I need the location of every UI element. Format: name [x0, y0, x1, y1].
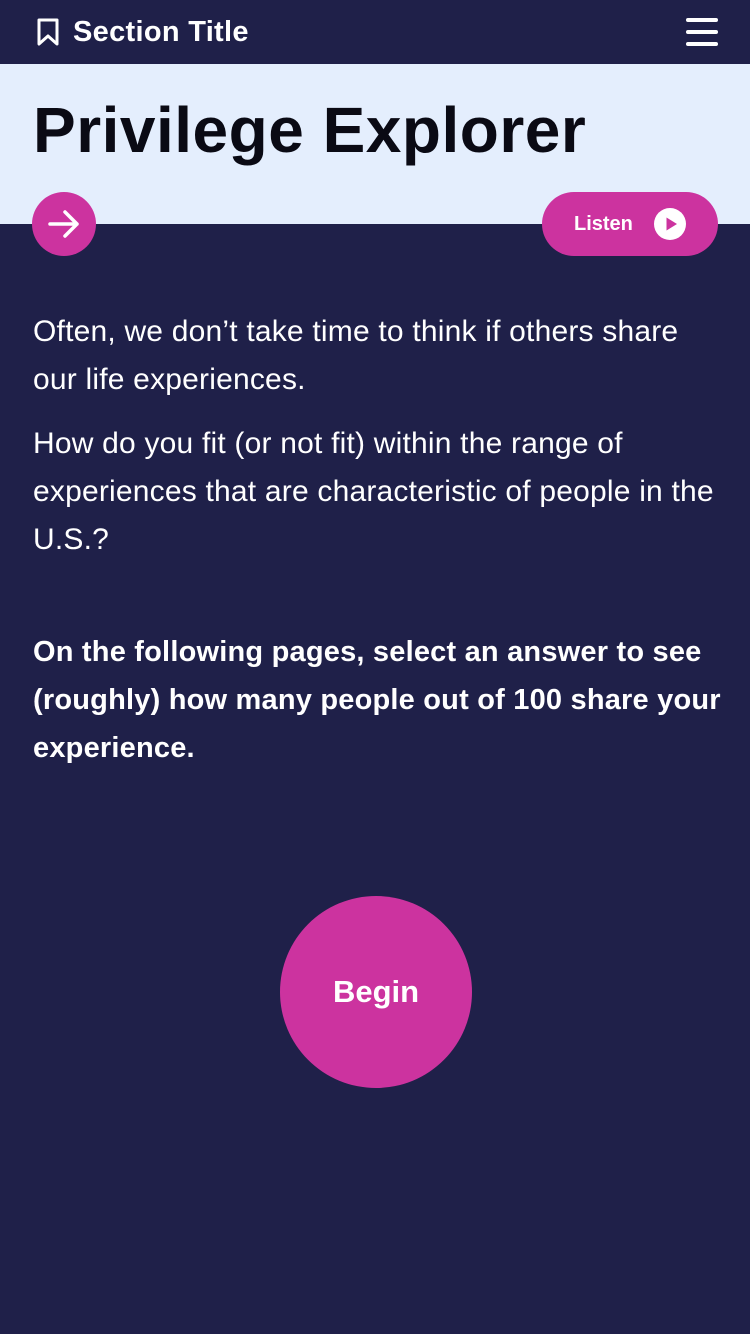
section-title: Section Title — [73, 16, 249, 48]
bookmark-icon[interactable] — [36, 18, 60, 46]
instruction-text: On the following pages, select an answer… — [33, 636, 721, 764]
next-button[interactable] — [32, 192, 96, 256]
intro-text: Often, we don’t take time to think if ot… — [33, 308, 723, 580]
begin-label: Begin — [332, 974, 420, 1009]
begin-button[interactable]: Begin — [280, 896, 472, 1088]
top-bar: Section Title — [0, 0, 750, 64]
page-title: Privilege Explorer — [33, 94, 587, 166]
arrow-right-icon — [48, 210, 79, 238]
intro-paragraph: How do you fit (or not fit) within the r… — [33, 427, 714, 556]
play-icon — [654, 208, 686, 240]
intro-paragraph: Often, we don’t take time to think if ot… — [33, 315, 679, 396]
listen-label: Listen — [574, 213, 633, 235]
listen-button[interactable]: Listen — [542, 192, 718, 256]
hamburger-menu-icon[interactable] — [686, 16, 720, 48]
